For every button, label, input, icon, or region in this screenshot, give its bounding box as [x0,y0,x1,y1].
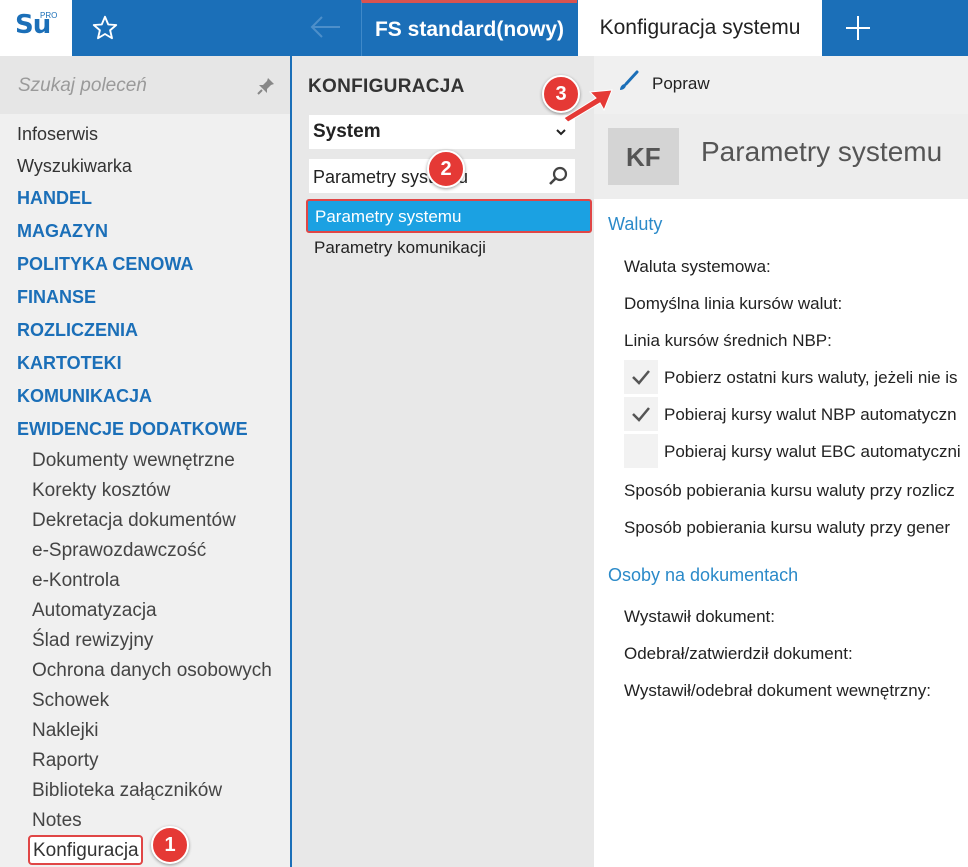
sidebar-item-ochrona-danych[interactable]: Ochrona danych osobowych [32,660,272,682]
sidebar-item-konfiguracja[interactable]: Konfiguracja [28,835,143,865]
callout-2: 2 [427,150,465,188]
sidebar-item-naklejki[interactable]: Naklejki [32,720,99,742]
sidebar-item-label: Konfiguracja [33,840,139,861]
config-group-value: System [313,121,381,142]
checkbox-label: Pobierz ostatni kurs waluty, jeżeli nie … [664,368,958,387]
field-label: Waluta systemowa: [624,257,771,276]
config-item-label: Parametry systemu [315,207,462,226]
field-label: Sposób pobierania kursu waluty przy gene… [624,518,951,537]
search-placeholder: Szukaj poleceń [18,75,147,96]
kf-badge: KF [608,128,679,185]
page-title: Parametry systemu [701,136,943,167]
section-heading-waluty: Waluty [608,214,663,234]
callout-3: 3 [542,75,580,113]
pin-icon[interactable] [256,76,276,96]
sidebar-item-biblioteka-zalacznikow[interactable]: Biblioteka załączników [32,780,222,802]
logo-superscript: PRO [40,11,58,20]
field-label: Wystawił dokument: [624,607,776,626]
top-bar: Su PRO FS standard(nowy) Konfiguracja sy… [0,0,968,56]
sidebar-section-handel[interactable]: HANDEL [17,188,92,209]
checkbox-pobieraj-ebc[interactable] [624,434,658,468]
content-area: Popraw KF Parametry systemu Waluty Walut… [594,56,968,867]
sidebar-item-dekretacja-dokumentow[interactable]: Dekretacja dokumentów [32,510,236,532]
sidebar-item-schowek[interactable]: Schowek [32,690,109,712]
field-label: Linia kursów średnich NBP: [624,331,832,350]
tab-konfiguracja-systemu[interactable]: Konfiguracja systemu [578,0,822,56]
app-logo[interactable]: Su PRO [0,0,72,56]
tab-label: Konfiguracja systemu [599,16,801,39]
field-label: Wystawił/odebrał dokument wewnętrzny: [624,681,931,700]
checkbox-pobieraj-nbp[interactable] [624,397,658,431]
plus-icon[interactable] [838,10,878,46]
sidebar-section-kartoteki[interactable]: KARTOTEKI [17,353,122,374]
sidebar-item-e-sprawozdawczosc[interactable]: e-Sprawozdawczość [32,540,206,562]
sidebar-section-rozliczenia[interactable]: ROZLICZENIA [17,320,138,341]
sidebar-section-polityka-cenowa[interactable]: POLITYKA CENOWA [17,254,193,275]
tab-label: FS standard(nowy) [374,17,564,41]
section-heading-osoby: Osoby na dokumentach [608,565,799,585]
config-panel-title: KONFIGURACJA [308,76,465,97]
field-label: Domyślna linia kursów walut: [624,294,843,313]
field-label: Odebrał/zatwierdził dokument: [624,644,853,663]
sidebar-item-e-kontrola[interactable]: e-Kontrola [32,570,120,592]
search-icon[interactable] [547,165,569,187]
popraw-button[interactable]: Popraw [652,74,710,94]
sidebar-section-komunikacja[interactable]: KOMUNIKACJA [17,386,152,407]
checkbox-label: Pobieraj kursy walut EBC automatyczni [664,442,961,461]
command-search-input[interactable]: Szukaj poleceń [0,56,290,114]
sidebar-section-magazyn[interactable]: MAGAZYN [17,221,108,242]
sidebar-section-ewidencje-dodatkowe[interactable]: EWIDENCJE DODATKOWE [17,419,248,440]
callout-1: 1 [151,826,189,864]
sidebar-item-korekty-kosztow[interactable]: Korekty kosztów [32,480,170,502]
check-icon [632,407,650,422]
sidebar-item-wyszukiwarka[interactable]: Wyszukiwarka [17,156,132,177]
tab-fs-standard[interactable]: FS standard(nowy) [361,0,577,56]
sidebar-item-raporty[interactable]: Raporty [32,750,99,772]
sidebar-item-automatyzacja[interactable]: Automatyzacja [32,600,157,622]
sidebar-section-finanse[interactable]: FINANSE [17,287,96,308]
checkbox-label: Pobieraj kursy walut NBP automatyczn [664,405,957,424]
arrow-left-icon[interactable] [306,12,346,42]
config-item-parametry-systemu[interactable]: Parametry systemu [306,199,592,233]
sidebar-item-dokumenty-wewnetrzne[interactable]: Dokumenty wewnętrzne [32,450,235,472]
checkbox-pobierz-ostatni-kurs[interactable] [624,360,658,394]
config-item-parametry-komunikacji[interactable]: Parametry komunikacji [314,238,486,258]
kf-badge-text: KF [626,142,661,172]
field-label: Sposób pobierania kursu waluty przy rozl… [624,481,955,500]
check-icon [632,370,650,385]
star-icon[interactable] [90,13,120,43]
sidebar-item-notes[interactable]: Notes [32,810,82,832]
content-toolbar: Popraw [594,56,968,114]
sidebar-item-infoserwis[interactable]: Infoserwis [17,124,98,145]
sidebar-item-slad-rewizyjny[interactable]: Ślad rewizyjny [32,630,153,652]
config-group-select[interactable]: System [309,115,575,149]
